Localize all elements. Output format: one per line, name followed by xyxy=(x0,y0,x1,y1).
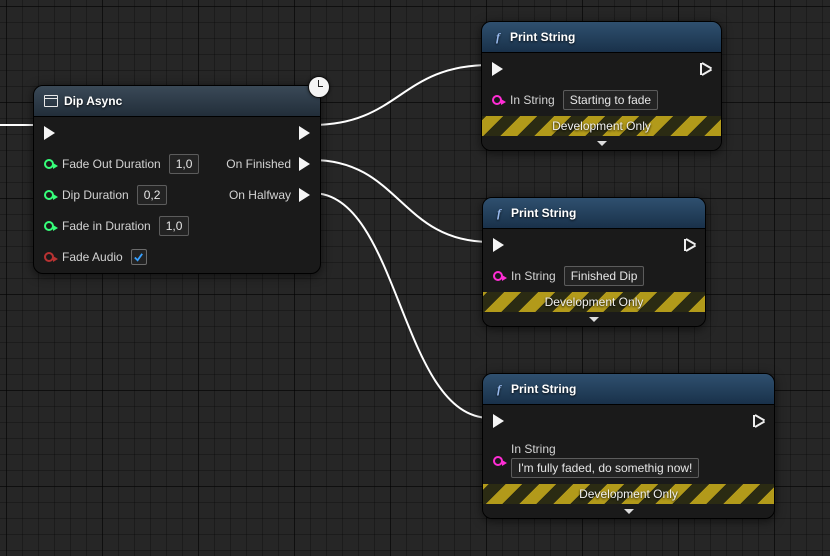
output-label-on-halfway: On Halfway xyxy=(229,188,291,202)
param-value-in-string[interactable]: I'm fully faded, do somethig now! xyxy=(511,458,699,478)
function-icon: f xyxy=(492,30,504,45)
exec-pin-icon xyxy=(299,157,310,171)
param-label-fade-out: Fade Out Duration xyxy=(62,157,161,171)
latent-clock-icon xyxy=(308,76,330,98)
param-value-fade-in[interactable]: 1,0 xyxy=(159,216,190,236)
exec-pin-icon xyxy=(700,63,711,75)
node-title: f Print String xyxy=(482,22,721,53)
function-icon: f xyxy=(493,206,505,221)
exec-input-pin[interactable] xyxy=(44,123,199,143)
node-print-string-bottom[interactable]: f Print String In String I'm fully faded… xyxy=(482,373,775,519)
output-label-on-finished: On Finished xyxy=(226,157,291,171)
param-value-dip[interactable]: 0,2 xyxy=(137,185,168,205)
chevron-down-icon xyxy=(597,141,607,146)
expand-toggle[interactable] xyxy=(483,504,774,518)
exec-input-pin[interactable] xyxy=(493,411,699,431)
exec-input-pin[interactable] xyxy=(493,235,644,255)
blueprint-canvas[interactable]: { "dipNode": { "title": "Dip Async", "in… xyxy=(0,0,830,556)
exec-output-pin[interactable] xyxy=(753,411,764,431)
node-title: f Print String xyxy=(483,374,774,405)
param-label-in-string: In String xyxy=(511,269,556,283)
float-pin-icon[interactable] xyxy=(44,190,54,200)
string-pin-icon[interactable] xyxy=(492,95,502,105)
latent-node-icon xyxy=(44,95,58,107)
float-pin-icon[interactable] xyxy=(44,221,54,231)
exec-pin-icon xyxy=(753,415,764,427)
node-title: f Print String xyxy=(483,198,705,229)
exec-pin-icon xyxy=(44,126,55,140)
exec-pin-icon xyxy=(299,188,310,202)
string-pin-icon[interactable] xyxy=(493,271,503,281)
param-label-fade-audio: Fade Audio xyxy=(62,250,123,264)
node-dip-async[interactable]: Dip Async Fade Out Duration 1,0 Dip Dura… xyxy=(33,85,321,274)
exec-pin-icon xyxy=(684,239,695,251)
exec-output-on-halfway[interactable]: On Halfway xyxy=(229,185,310,205)
development-only-strip: Development Only xyxy=(483,484,774,504)
development-only-strip: Development Only xyxy=(482,116,721,136)
node-title-text: Print String xyxy=(511,382,576,396)
exec-output-pin[interactable] xyxy=(700,59,711,79)
node-print-string-mid[interactable]: f Print String In String Finished Dip De… xyxy=(482,197,706,327)
exec-output-on-finished[interactable]: On Finished xyxy=(226,154,310,174)
param-label-in-string: In String xyxy=(511,442,699,456)
param-checkbox-fade-audio[interactable] xyxy=(131,249,147,265)
bool-pin-icon[interactable] xyxy=(44,252,54,262)
string-pin-icon[interactable] xyxy=(493,456,503,466)
node-title-text: Dip Async xyxy=(64,94,122,108)
wire-halfway-to-print-bottom xyxy=(312,193,490,418)
param-value-in-string[interactable]: Starting to fade xyxy=(563,90,658,110)
node-title-text: Print String xyxy=(510,30,575,44)
node-print-string-top[interactable]: f Print String In String Starting to fad… xyxy=(481,21,722,151)
node-title: Dip Async xyxy=(34,86,320,117)
exec-output-pin[interactable] xyxy=(684,235,695,255)
exec-input-pin[interactable] xyxy=(492,59,658,79)
param-label-in-string: In String xyxy=(510,93,555,107)
param-value-fade-out[interactable]: 1,0 xyxy=(169,154,200,174)
exec-pin-icon xyxy=(493,238,504,252)
node-title-text: Print String xyxy=(511,206,576,220)
expand-toggle[interactable] xyxy=(483,312,705,326)
param-label-dip: Dip Duration xyxy=(62,188,129,202)
wire-exec-to-print-top xyxy=(312,65,490,125)
exec-pin-icon xyxy=(493,414,504,428)
wire-finished-to-print-mid xyxy=(312,160,490,242)
float-pin-icon[interactable] xyxy=(44,159,54,169)
development-only-strip: Development Only xyxy=(483,292,705,312)
param-label-fade-in: Fade in Duration xyxy=(62,219,151,233)
exec-output-default[interactable] xyxy=(299,123,310,143)
function-icon: f xyxy=(493,382,505,397)
exec-pin-icon xyxy=(299,126,310,140)
expand-toggle[interactable] xyxy=(482,136,721,150)
chevron-down-icon xyxy=(624,509,634,514)
chevron-down-icon xyxy=(589,317,599,322)
exec-pin-icon xyxy=(492,62,503,76)
param-value-in-string[interactable]: Finished Dip xyxy=(564,266,645,286)
